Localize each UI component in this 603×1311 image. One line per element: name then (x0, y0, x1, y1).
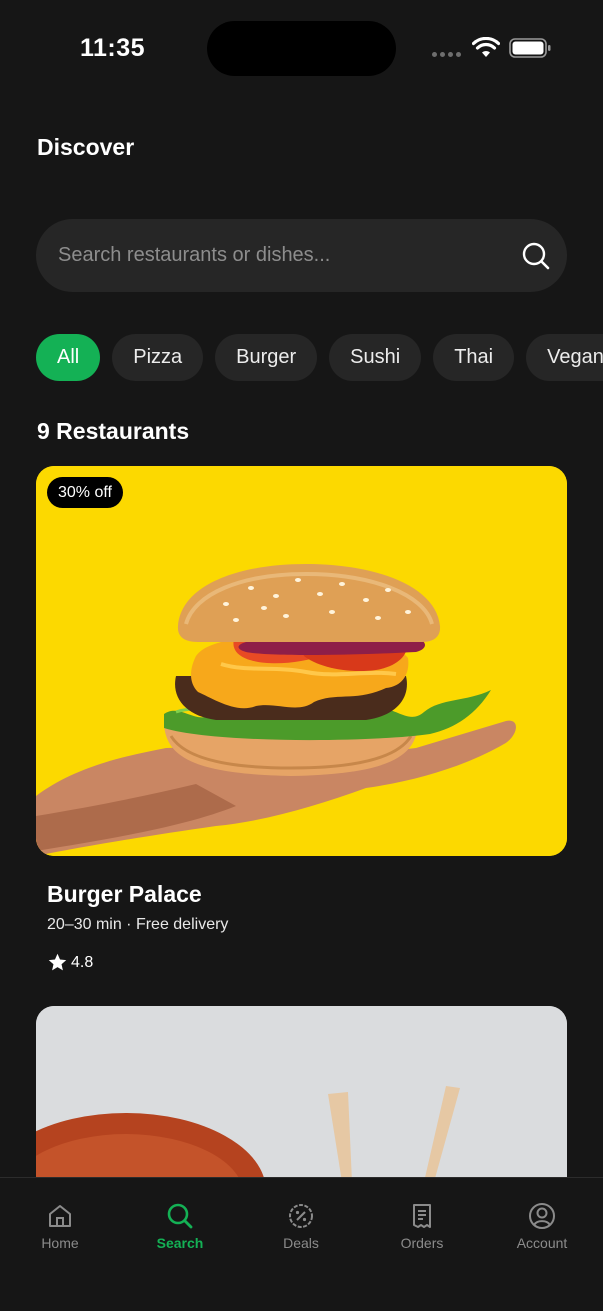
account-icon (529, 1203, 555, 1229)
home-icon (49, 1205, 71, 1227)
star-icon (48, 953, 67, 971)
nav-deals[interactable]: Deals (251, 1202, 351, 1251)
cellular-signal-icon (432, 52, 461, 57)
screen: 11:35 Discover All Pizza Burger Sushi Th… (0, 0, 603, 1311)
search-icon[interactable] (521, 241, 551, 271)
status-bar: 11:35 (0, 0, 603, 100)
chip-burger[interactable]: Burger (215, 334, 318, 381)
deals-icon (289, 1204, 313, 1228)
nav-account[interactable]: Account (492, 1202, 592, 1251)
search-input[interactable] (58, 244, 498, 267)
dynamic-island (207, 21, 396, 76)
chip-pizza[interactable]: Pizza (112, 334, 204, 381)
nav-account-label: Account (516, 1235, 568, 1251)
restaurant-rating: 4.8 (47, 952, 93, 973)
burger-photo (36, 466, 567, 856)
page-title: Discover (37, 134, 135, 160)
restaurant-name[interactable]: Burger Palace (47, 881, 202, 908)
category-chips: All Pizza Burger Sushi Thai Vegan (36, 334, 603, 381)
nav-orders[interactable]: Orders (372, 1202, 472, 1251)
nav-orders-label: Orders (400, 1235, 444, 1251)
nav-home-label: Home (41, 1235, 79, 1251)
bottom-navigation: Home Search Deals Orders Account (0, 1177, 603, 1311)
chip-thai[interactable]: Thai (433, 334, 515, 381)
rating-value: 4.8 (71, 953, 94, 971)
receipt-icon (413, 1204, 431, 1228)
restaurant-card-image[interactable]: 30% off (36, 466, 567, 856)
chip-sushi[interactable]: Sushi (329, 334, 422, 381)
battery-icon (509, 38, 551, 58)
status-time: 11:35 (80, 34, 146, 62)
search-icon (167, 1203, 193, 1229)
nav-search[interactable]: Search (130, 1202, 230, 1251)
nav-search-label: Search (156, 1235, 204, 1251)
restaurant-meta: 20–30 min · Free delivery (47, 916, 229, 933)
discount-badge: 30% off (47, 477, 123, 508)
search-bar[interactable] (36, 219, 567, 292)
chip-vegan[interactable]: Vegan (526, 334, 603, 381)
nav-deals-label: Deals (283, 1235, 319, 1251)
wifi-icon (472, 37, 500, 57)
nav-home[interactable]: Home (10, 1202, 110, 1251)
results-count: 9 Restaurants (37, 418, 190, 444)
chip-all[interactable]: All (36, 334, 101, 381)
